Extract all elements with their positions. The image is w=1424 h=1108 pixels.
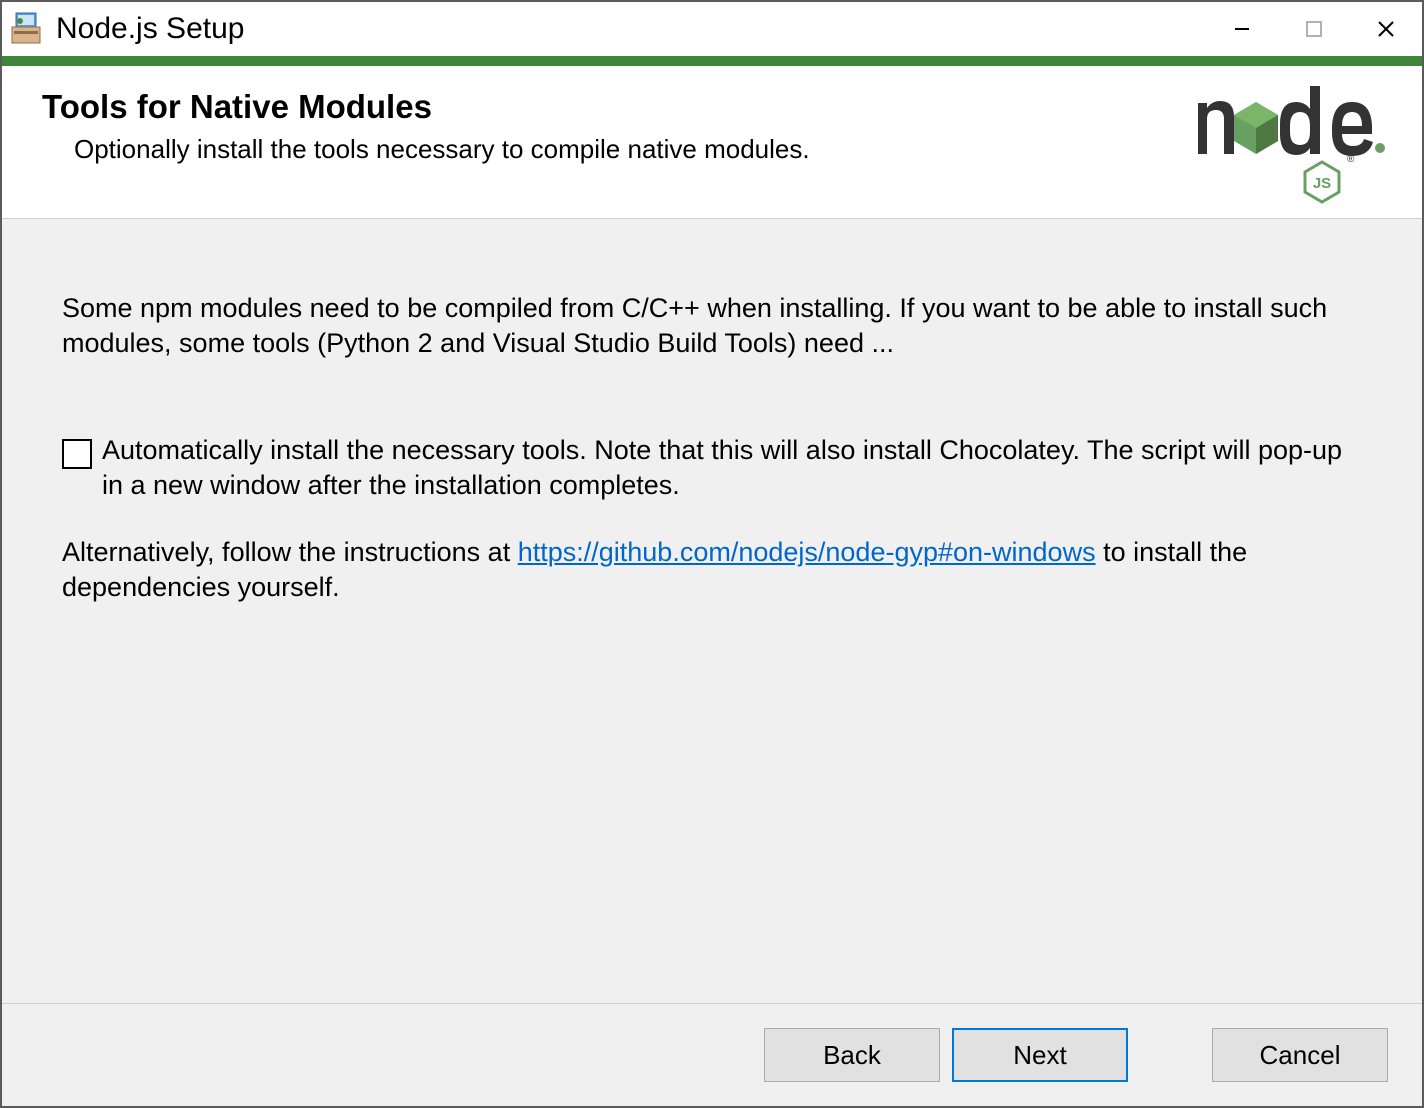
page-title: Tools for Native Modules bbox=[42, 88, 1202, 126]
install-tools-label[interactable]: Automatically install the necessary tool… bbox=[102, 433, 1362, 503]
install-tools-option: Automatically install the necessary tool… bbox=[62, 433, 1362, 503]
installer-window: Node.js Setup Tools for Native Modules O… bbox=[0, 0, 1424, 1108]
intro-paragraph: Some npm modules need to be compiled fro… bbox=[62, 291, 1362, 361]
alternative-prefix: Alternatively, follow the instructions a… bbox=[62, 537, 518, 567]
cancel-button[interactable]: Cancel bbox=[1212, 1028, 1388, 1082]
alternative-paragraph: Alternatively, follow the instructions a… bbox=[62, 535, 1362, 605]
window-title: Node.js Setup bbox=[56, 12, 1206, 46]
maximize-button bbox=[1278, 2, 1350, 56]
svg-text:JS: JS bbox=[1313, 175, 1331, 192]
accent-bar bbox=[2, 56, 1422, 66]
install-tools-checkbox[interactable] bbox=[62, 439, 92, 469]
header-panel: Tools for Native Modules Optionally inst… bbox=[2, 66, 1422, 219]
nodejs-logo: JS ® bbox=[1202, 84, 1422, 204]
minimize-button[interactable] bbox=[1206, 2, 1278, 56]
node-gyp-link[interactable]: https://github.com/nodejs/node-gyp#on-wi… bbox=[518, 537, 1096, 567]
installer-icon bbox=[10, 11, 46, 47]
content-panel: Some npm modules need to be compiled fro… bbox=[2, 219, 1422, 1003]
back-button[interactable]: Back bbox=[764, 1028, 940, 1082]
window-controls bbox=[1206, 2, 1422, 56]
page-subtitle: Optionally install the tools necessary t… bbox=[74, 134, 1202, 165]
close-button[interactable] bbox=[1350, 2, 1422, 56]
svg-text:®: ® bbox=[1347, 154, 1355, 165]
titlebar: Node.js Setup bbox=[2, 2, 1422, 56]
footer-panel: Back Next Cancel bbox=[2, 1003, 1422, 1106]
next-button[interactable]: Next bbox=[952, 1028, 1128, 1082]
button-spacer bbox=[1140, 1028, 1200, 1082]
